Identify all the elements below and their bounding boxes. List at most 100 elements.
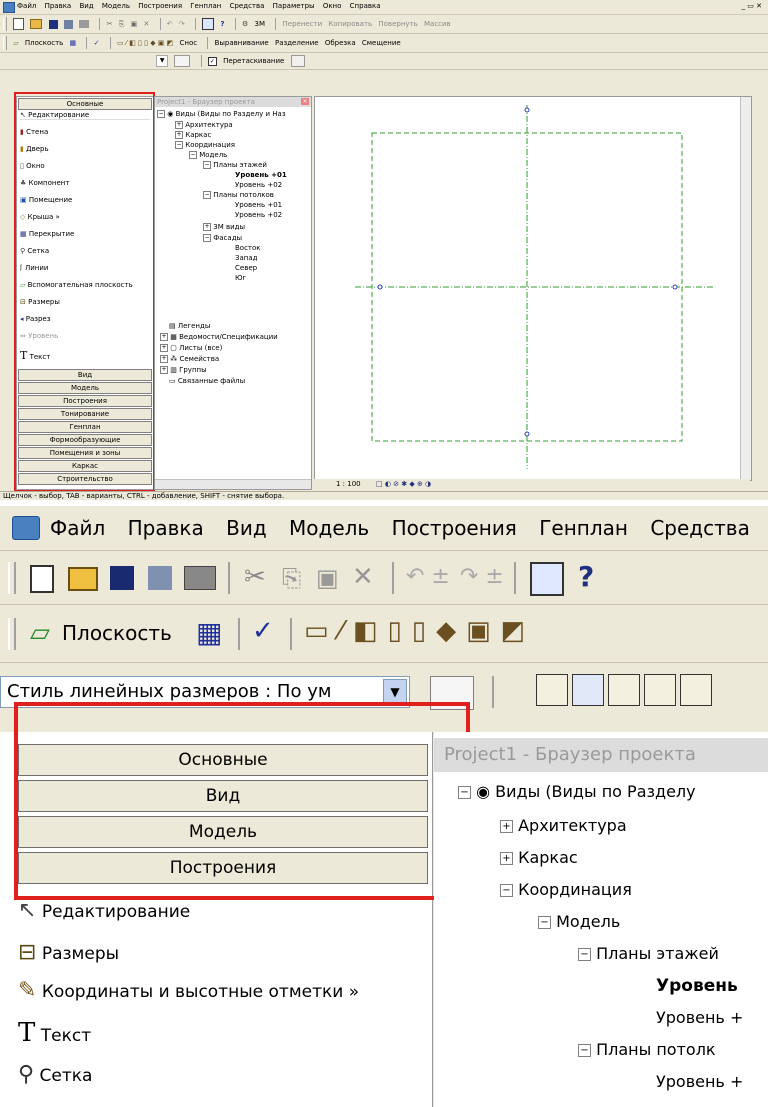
menu-file[interactable]: Файл bbox=[17, 2, 36, 10]
menu-settings[interactable]: Параметры bbox=[273, 2, 315, 10]
vertical-scrollbar[interactable] bbox=[740, 97, 751, 480]
split-button[interactable]: Разделение bbox=[275, 34, 319, 52]
zoom-open-icon[interactable] bbox=[68, 567, 98, 591]
elevation-marker-north[interactable] bbox=[524, 107, 530, 113]
tree-node[interactable]: ▤ Легенды bbox=[169, 322, 210, 330]
zoom-menu-file[interactable]: Файл bbox=[50, 516, 105, 540]
trim-button[interactable]: Обрезка bbox=[325, 34, 356, 52]
zoom-tree-leaf[interactable]: Уровень + bbox=[656, 1008, 743, 1027]
zoom-tools-icons[interactable]: ▭⁄◧▯▯◆▣◩ bbox=[304, 616, 535, 646]
zoom-copy-icon[interactable]: ⎘ bbox=[282, 564, 301, 592]
demolish-button[interactable]: Снос bbox=[180, 34, 198, 52]
zoom-tree-node[interactable]: + Каркас bbox=[500, 848, 578, 867]
tree-leaf[interactable]: Уровень +02 bbox=[235, 181, 282, 189]
offset-button[interactable]: Смещение bbox=[362, 34, 401, 52]
browser-close-icon[interactable]: ✕ bbox=[301, 98, 309, 105]
zoom-dim-arc-icon[interactable] bbox=[680, 674, 712, 706]
save-icon[interactable] bbox=[48, 19, 58, 29]
zoom-browser-toggle-icon[interactable] bbox=[530, 562, 564, 596]
zoom-app-icon[interactable] bbox=[12, 516, 40, 540]
move-button[interactable]: Перенести bbox=[283, 15, 323, 33]
zoom-menu-model[interactable]: Модель bbox=[289, 516, 369, 540]
menu-edit[interactable]: Правка bbox=[45, 2, 72, 10]
zoom-cut-icon[interactable]: ✂ bbox=[244, 562, 266, 592]
zoom-menu-site[interactable]: Генплан bbox=[539, 516, 628, 540]
tree-root[interactable]: − ◉ Виды (Виды по Разделу и Наз bbox=[157, 110, 286, 118]
tree-node[interactable]: + Каркас bbox=[175, 131, 211, 139]
help-icon[interactable]: ? bbox=[220, 15, 224, 33]
new-icon[interactable] bbox=[13, 18, 25, 30]
browser-hscrollbar[interactable] bbox=[155, 479, 311, 489]
zoom-menu-view[interactable]: Вид bbox=[226, 516, 267, 540]
zoom-panel-item-dimension[interactable]: ⊟ Размеры bbox=[18, 940, 119, 965]
window-controls[interactable]: _ ▭ ✕ bbox=[742, 2, 762, 10]
delete-icon[interactable]: ✕ bbox=[143, 15, 149, 33]
zoom-tree-root[interactable]: − ◉ Виды (Виды по Разделу bbox=[458, 782, 696, 801]
menu-tools[interactable]: Средства bbox=[230, 2, 265, 10]
elevation-marker-east[interactable] bbox=[672, 284, 678, 290]
browser-toggle-icon[interactable] bbox=[202, 18, 215, 30]
align-button[interactable]: Выравнивание bbox=[215, 34, 269, 52]
zoom-delete-icon[interactable]: ✕ bbox=[352, 562, 374, 592]
zoom-help-icon[interactable]: ? bbox=[578, 560, 594, 593]
open-icon[interactable] bbox=[30, 19, 43, 29]
menu-help[interactable]: Справка bbox=[350, 2, 381, 10]
paste-icon[interactable]: ▣ bbox=[131, 15, 138, 33]
zoom-print-icon[interactable] bbox=[184, 566, 216, 590]
zoom-tree-leaf[interactable]: Уровень + bbox=[656, 1072, 743, 1091]
copy-button[interactable]: Копировать bbox=[328, 15, 372, 33]
drawing-area[interactable] bbox=[314, 96, 752, 481]
zoom-redo-icon[interactable]: ↷ ± bbox=[460, 564, 504, 589]
plane-button[interactable]: Плоскость bbox=[25, 34, 63, 52]
drag-checkbox[interactable]: ✓ bbox=[207, 56, 217, 66]
tree-node[interactable]: − Модель bbox=[189, 151, 227, 159]
tree-node[interactable]: − Планы этажей bbox=[203, 161, 267, 169]
zoom-tree-node[interactable]: − Координация bbox=[500, 880, 632, 899]
app-icon[interactable] bbox=[3, 2, 15, 13]
rotate-button[interactable]: Повернуть bbox=[378, 15, 417, 33]
zoom-dim-linear-icon[interactable] bbox=[572, 674, 604, 706]
zoom-tree-node[interactable]: − Модель bbox=[538, 912, 620, 931]
zoom-menu-edit[interactable]: Правка bbox=[128, 516, 204, 540]
view-control-icons[interactable]: □ ◐ ⊘ ✱ ◆ ⊕ ◑ bbox=[376, 479, 431, 489]
tree-leaf[interactable]: Запад bbox=[235, 254, 257, 262]
menu-construct[interactable]: Построения bbox=[138, 2, 182, 10]
tree-node[interactable]: + 3М виды bbox=[203, 223, 245, 231]
array-button[interactable]: Массив bbox=[424, 15, 451, 33]
tree-node[interactable]: − Планы потолков bbox=[203, 191, 274, 199]
tree-leaf[interactable]: Уровень +01 bbox=[235, 201, 282, 209]
scale-label[interactable]: 1 : 100 bbox=[336, 479, 361, 489]
zoom-spellcheck-icon[interactable]: ✓ bbox=[252, 616, 274, 646]
tree-node[interactable]: ▭ Связанные файлы bbox=[169, 377, 245, 385]
tree-node[interactable]: + ▥ Группы bbox=[160, 366, 207, 374]
undo-icon[interactable]: ↶ bbox=[167, 15, 173, 33]
menu-model[interactable]: Модель bbox=[102, 2, 130, 10]
spellcheck-icon[interactable]: ✓ bbox=[94, 34, 100, 52]
menu-site[interactable]: Генплан bbox=[190, 2, 221, 10]
zoom-panel-item-text[interactable]: T Текст bbox=[18, 1018, 91, 1048]
tree-node[interactable]: − Координация bbox=[175, 141, 235, 149]
zoom-tree-node[interactable]: + Архитектура bbox=[500, 816, 627, 835]
zoom-dim-aligned-icon[interactable] bbox=[536, 674, 568, 706]
menu-window[interactable]: Окно bbox=[323, 2, 342, 10]
zoom-tree-leaf[interactable]: Уровень bbox=[656, 976, 738, 996]
properties-icon[interactable] bbox=[174, 55, 191, 67]
zoom-tree-node[interactable]: − Планы потолк bbox=[578, 1040, 716, 1059]
zoom-plane-button[interactable]: Плоскость bbox=[62, 621, 172, 645]
cut-icon[interactable]: ✂ bbox=[107, 15, 113, 33]
zoom-grid-icon[interactable]: ▦ bbox=[196, 616, 222, 649]
zoom-menu-tools[interactable]: Средства bbox=[650, 516, 749, 540]
zoom-dim-angular-icon[interactable] bbox=[608, 674, 640, 706]
zoom-save-icon[interactable] bbox=[110, 566, 134, 590]
print-icon[interactable] bbox=[79, 20, 90, 28]
tree-node[interactable]: + ▢ Листы (все) bbox=[160, 344, 222, 352]
tree-leaf[interactable]: Юг bbox=[235, 274, 246, 282]
tree-node[interactable]: + Архитектура bbox=[175, 121, 233, 129]
zoom-panel-item-spot[interactable]: ✎ Координаты и высотные отметки » bbox=[18, 978, 359, 1003]
view-tools-icon[interactable]: ⚙ bbox=[242, 15, 248, 33]
zoom-new-icon[interactable] bbox=[30, 565, 54, 593]
menu-view[interactable]: Вид bbox=[79, 2, 93, 10]
tools-icons[interactable]: ▭ ⁄ ◧ ▯ ▯ ◆ ▣ ◩ bbox=[117, 34, 173, 52]
zoom-paste-icon[interactable]: ▣ bbox=[316, 564, 339, 592]
zoom-menu-construct[interactable]: Построения bbox=[392, 516, 517, 540]
